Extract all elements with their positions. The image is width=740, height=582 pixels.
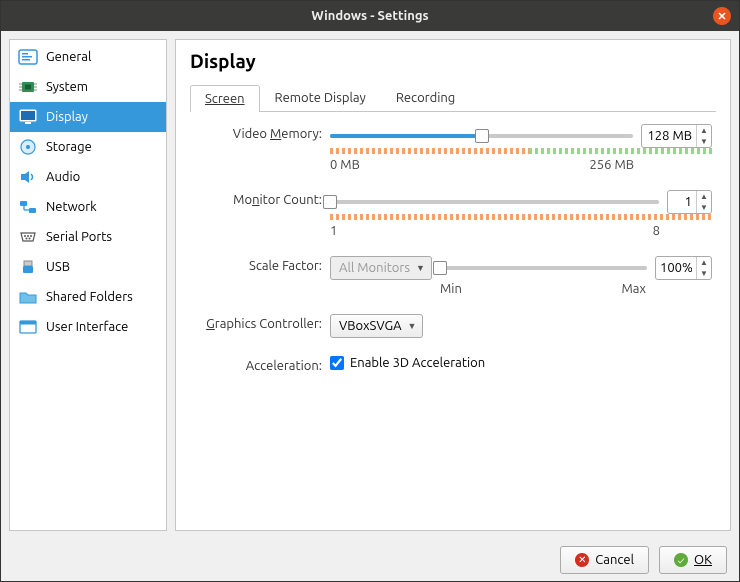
screen-form: Video Memory: ▲▼ — [190, 112, 716, 377]
enable-3d-checkbox[interactable]: Enable 3D Acceleration — [330, 356, 485, 370]
close-icon[interactable]: ✕ — [713, 7, 731, 25]
row-acceleration: Acceleration: Enable 3D Acceleration — [194, 356, 712, 373]
spin-up-icon[interactable]: ▲ — [697, 125, 711, 136]
sidebar-item-label: Storage — [46, 140, 92, 154]
sidebar-item-label: Display — [46, 110, 88, 124]
scale-monitor-select[interactable]: All Monitors ▼ — [330, 256, 432, 280]
video-memory-min: 0 MB — [330, 158, 360, 172]
sidebar-item-usb[interactable]: USB — [10, 252, 166, 282]
monitor-count-min: 1 — [330, 224, 337, 238]
chip-icon — [18, 78, 38, 96]
cancel-icon: ✕ — [575, 553, 589, 567]
speaker-icon — [18, 168, 38, 186]
monitor-count-input[interactable] — [668, 195, 696, 209]
sidebar-item-label: USB — [46, 260, 70, 274]
serial-icon — [18, 228, 38, 246]
sidebar-item-label: System — [46, 80, 88, 94]
scale-max: Max — [621, 282, 646, 296]
sidebar-item-label: Shared Folders — [46, 290, 133, 304]
sidebar-item-system[interactable]: System — [10, 72, 166, 102]
sidebar-item-label: User Interface — [46, 320, 128, 334]
monitor-count-max: 8 — [653, 224, 660, 238]
usb-icon — [18, 258, 38, 276]
monitor-count-spin[interactable]: ▲▼ — [667, 190, 712, 214]
disk-icon — [18, 138, 38, 156]
page-title: Display — [190, 50, 716, 74]
spin-down-icon[interactable]: ▼ — [697, 202, 711, 213]
sidebar-item-label: Serial Ports — [46, 230, 112, 244]
row-scale-factor: Scale Factor: All Monitors ▼ — [194, 256, 712, 296]
scale-factor-spin[interactable]: ▲▼ — [655, 256, 712, 280]
sidebar-item-label: Audio — [46, 170, 80, 184]
label-graphics-controller: Graphics Controller: — [194, 314, 322, 331]
dialog-footer: ✕ Cancel ✓ OK — [1, 539, 739, 581]
sidebar-item-label: General — [46, 50, 91, 64]
window-body: General System Display Storage — [1, 31, 739, 539]
sidebar-item-label: Network — [46, 200, 97, 214]
sidebar-item-storage[interactable]: Storage — [10, 132, 166, 162]
folder-icon — [18, 288, 38, 306]
sidebar-categories: General System Display Storage — [9, 39, 167, 531]
label-video-memory: Video Memory: — [194, 124, 322, 141]
graphics-controller-select[interactable]: VBoxSVGA ▼ — [330, 314, 423, 338]
video-memory-slider[interactable] — [330, 126, 633, 146]
sidebar-item-general[interactable]: General — [10, 42, 166, 72]
chevron-down-icon: ▼ — [416, 263, 425, 273]
settings-window: Windows - Settings ✕ General System — [0, 0, 740, 582]
label-monitor-count: Monitor Count: — [194, 190, 322, 207]
scale-min: Min — [440, 282, 462, 296]
video-memory-spin[interactable]: ▲▼ — [641, 124, 712, 148]
label-scale-factor: Scale Factor: — [194, 256, 322, 273]
sidebar-item-serial-ports[interactable]: Serial Ports — [10, 222, 166, 252]
tab-recording[interactable]: Recording — [381, 84, 470, 111]
sidebar-item-shared-folders[interactable]: Shared Folders — [10, 282, 166, 312]
row-monitor-count: Monitor Count: ▲▼ — [194, 190, 712, 238]
cancel-button[interactable]: ✕ Cancel — [560, 546, 649, 574]
tab-screen[interactable]: Screen — [190, 85, 260, 112]
sidebar-item-network[interactable]: Network — [10, 192, 166, 222]
tabs: Screen Remote Display Recording — [190, 84, 716, 112]
ok-button[interactable]: ✓ OK — [659, 546, 727, 574]
video-memory-max: 256 MB — [589, 158, 634, 172]
scale-factor-slider[interactable] — [440, 258, 647, 278]
checkbox-label: Enable 3D Acceleration — [350, 356, 485, 370]
network-icon — [18, 198, 38, 216]
row-graphics-controller: Graphics Controller: VBoxSVGA ▼ — [194, 314, 712, 338]
tab-remote-display[interactable]: Remote Display — [260, 84, 381, 111]
spin-down-icon[interactable]: ▼ — [697, 136, 711, 147]
spin-up-icon[interactable]: ▲ — [697, 257, 711, 268]
spin-up-icon[interactable]: ▲ — [697, 191, 711, 202]
label-acceleration: Acceleration: — [194, 356, 322, 373]
spin-down-icon[interactable]: ▼ — [697, 268, 711, 279]
checkbox-input[interactable] — [330, 356, 344, 370]
sidebar-item-user-interface[interactable]: User Interface — [10, 312, 166, 342]
video-memory-input[interactable] — [642, 129, 696, 143]
chevron-down-icon: ▼ — [408, 321, 417, 331]
ok-icon: ✓ — [674, 553, 688, 567]
ui-icon — [18, 318, 38, 336]
row-video-memory: Video Memory: ▲▼ — [194, 124, 712, 172]
window-title: Windows - Settings — [311, 9, 428, 23]
sidebar-item-display[interactable]: Display — [10, 102, 166, 132]
main-panel: Display Screen Remote Display Recording … — [175, 39, 731, 531]
monitor-count-slider[interactable] — [330, 192, 659, 212]
general-icon — [18, 48, 38, 66]
sidebar-item-audio[interactable]: Audio — [10, 162, 166, 192]
scale-factor-input[interactable] — [656, 261, 696, 275]
titlebar: Windows - Settings ✕ — [1, 1, 739, 31]
monitor-icon — [18, 108, 38, 126]
